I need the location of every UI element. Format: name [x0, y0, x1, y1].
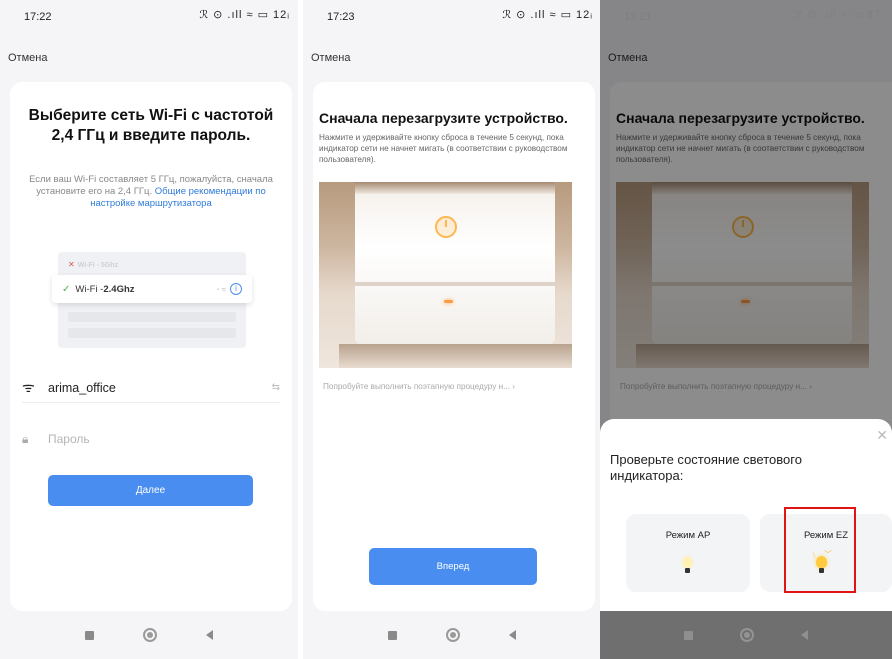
phone-indicator-check: 13:21 ℛ ⊙ .ıll ≈ ▭ 87ᵢ Отмена Сначала пе… [600, 0, 892, 659]
next-button[interactable]: Далее [48, 475, 253, 506]
good-network-band: 2.4Ghz [103, 283, 135, 295]
device-seam [355, 282, 555, 286]
home-icon[interactable] [142, 628, 157, 642]
status-time: 17:23 [327, 11, 355, 23]
wifi-icon: ᯤ [22, 379, 35, 395]
switch-network-icon[interactable]: ⇆ [272, 382, 280, 393]
recents-icon[interactable] [387, 630, 397, 640]
system-nav-bar [0, 611, 298, 659]
device-top [355, 182, 555, 194]
lock-icon: 🔒︎ [22, 431, 29, 446]
device-shadow [339, 344, 572, 368]
mode-ap-label: Режим AP [665, 530, 711, 541]
mode-ez-option[interactable]: Режим EZ ﹨﹀ [760, 514, 892, 592]
power-button-icon [435, 216, 457, 238]
info-icon: i [230, 283, 242, 295]
indicator-sheet: ✕ Проверьте состояние светового индикато… [600, 419, 892, 611]
back-icon[interactable] [801, 630, 809, 640]
cross-icon: ✕ [68, 260, 75, 269]
status-icons-text: ℛ ⊙ .ıll ≈ ▭ 12ᵢ [199, 9, 290, 21]
status-bar: 17:23 ℛ ⊙ .ıll ≈ ▭ 12ᵢ [303, 0, 601, 34]
recents-icon[interactable] [683, 630, 693, 640]
password-field[interactable] [48, 432, 228, 446]
reset-card: Сначала перезагрузите устройство. Нажмит… [313, 82, 595, 611]
good-network-row: ✓ Wi-Fi - 2.4Ghz ꞏ ≈ i [52, 275, 252, 303]
phone-reset-device: 17:23 ℛ ⊙ .ıll ≈ ▭ 12ᵢ Отмена Сначала пе… [303, 0, 601, 659]
wifi-description: Если ваш Wi-Fi составляет 5 ГГц, пожалуй… [18, 174, 284, 210]
page-title: Сначала перезагрузите устройство. [319, 110, 568, 126]
close-icon[interactable]: ✕ [876, 427, 888, 444]
wifi-card: Выберите сеть Wi-Fi с частотой 2,4 ГГц и… [10, 82, 292, 611]
bad-network-label: Wi-Fi - 5Ghz [77, 262, 119, 269]
status-bar: 17:22 ℛ ⊙ .ıll ≈ ▭ 12ᵢ [0, 0, 298, 34]
device-body [355, 182, 555, 344]
check-icon: ✓ [62, 283, 71, 295]
page-title: Выберите сеть Wi-Fi с частотой 2,4 ГГц и… [28, 107, 274, 144]
ssid-field[interactable]: ᯤ arima_office ⇆ [22, 373, 280, 403]
status-icons: ℛ ⊙ .ıll ≈ ▭ 12ᵢ [502, 8, 593, 21]
bad-network-row: ✕ Wi-Fi - 5Ghz [68, 260, 118, 269]
cancel-link[interactable]: Отмена [311, 52, 350, 64]
ssid-value: arima_office [48, 380, 116, 395]
forward-button[interactable]: Вперед [369, 548, 537, 585]
placeholder-row [68, 328, 236, 338]
status-icons-text: ℛ ⊙ .ıll ≈ ▭ 12ᵢ [502, 9, 593, 21]
recents-icon[interactable] [84, 630, 94, 640]
sheet-question: Проверьте состояние светового индикатора… [610, 452, 802, 483]
mode-ez-label: Режим EZ [803, 530, 849, 541]
back-icon[interactable] [206, 630, 214, 640]
system-nav-bar [303, 611, 601, 659]
back-icon[interactable] [509, 630, 517, 640]
wifi-band-illustration: ✕ Wi-Fi - 5Ghz ✓ Wi-Fi - 2.4Ghz ꞏ ≈ i [52, 252, 252, 348]
bulb-on-icon [816, 556, 827, 573]
bulb-off-icon [682, 556, 693, 573]
password-row: 🔒︎ [22, 427, 280, 451]
system-nav-bar [600, 611, 892, 659]
good-network-prefix: Wi-Fi - [75, 283, 104, 295]
device-photo [319, 182, 572, 368]
mode-ap-option[interactable]: Режим AP [626, 514, 750, 592]
status-icons: ℛ ⊙ .ıll ≈ ▭ 12ᵢ [199, 8, 290, 21]
home-icon[interactable] [739, 628, 754, 642]
step-by-step-link[interactable]: Попробуйте выполнить поэтапную процедуру… [323, 382, 585, 391]
phone-wifi-setup: 17:22 ℛ ⊙ .ıll ≈ ▭ 12ᵢ Отмена Выберите с… [0, 0, 298, 659]
cancel-link[interactable]: Отмена [8, 52, 47, 64]
home-icon[interactable] [445, 628, 460, 642]
reset-description: Нажмите и удерживайте кнопку сброса в те… [319, 133, 568, 164]
lock-signal-icons: ꞏ ≈ [216, 284, 226, 294]
placeholder-row [68, 312, 236, 322]
screenshot-collage: 17:22 ℛ ⊙ .ıll ≈ ▭ 12ᵢ Отмена Выберите с… [0, 0, 892, 659]
status-time: 17:22 [24, 11, 52, 23]
led-indicator [444, 300, 453, 303]
